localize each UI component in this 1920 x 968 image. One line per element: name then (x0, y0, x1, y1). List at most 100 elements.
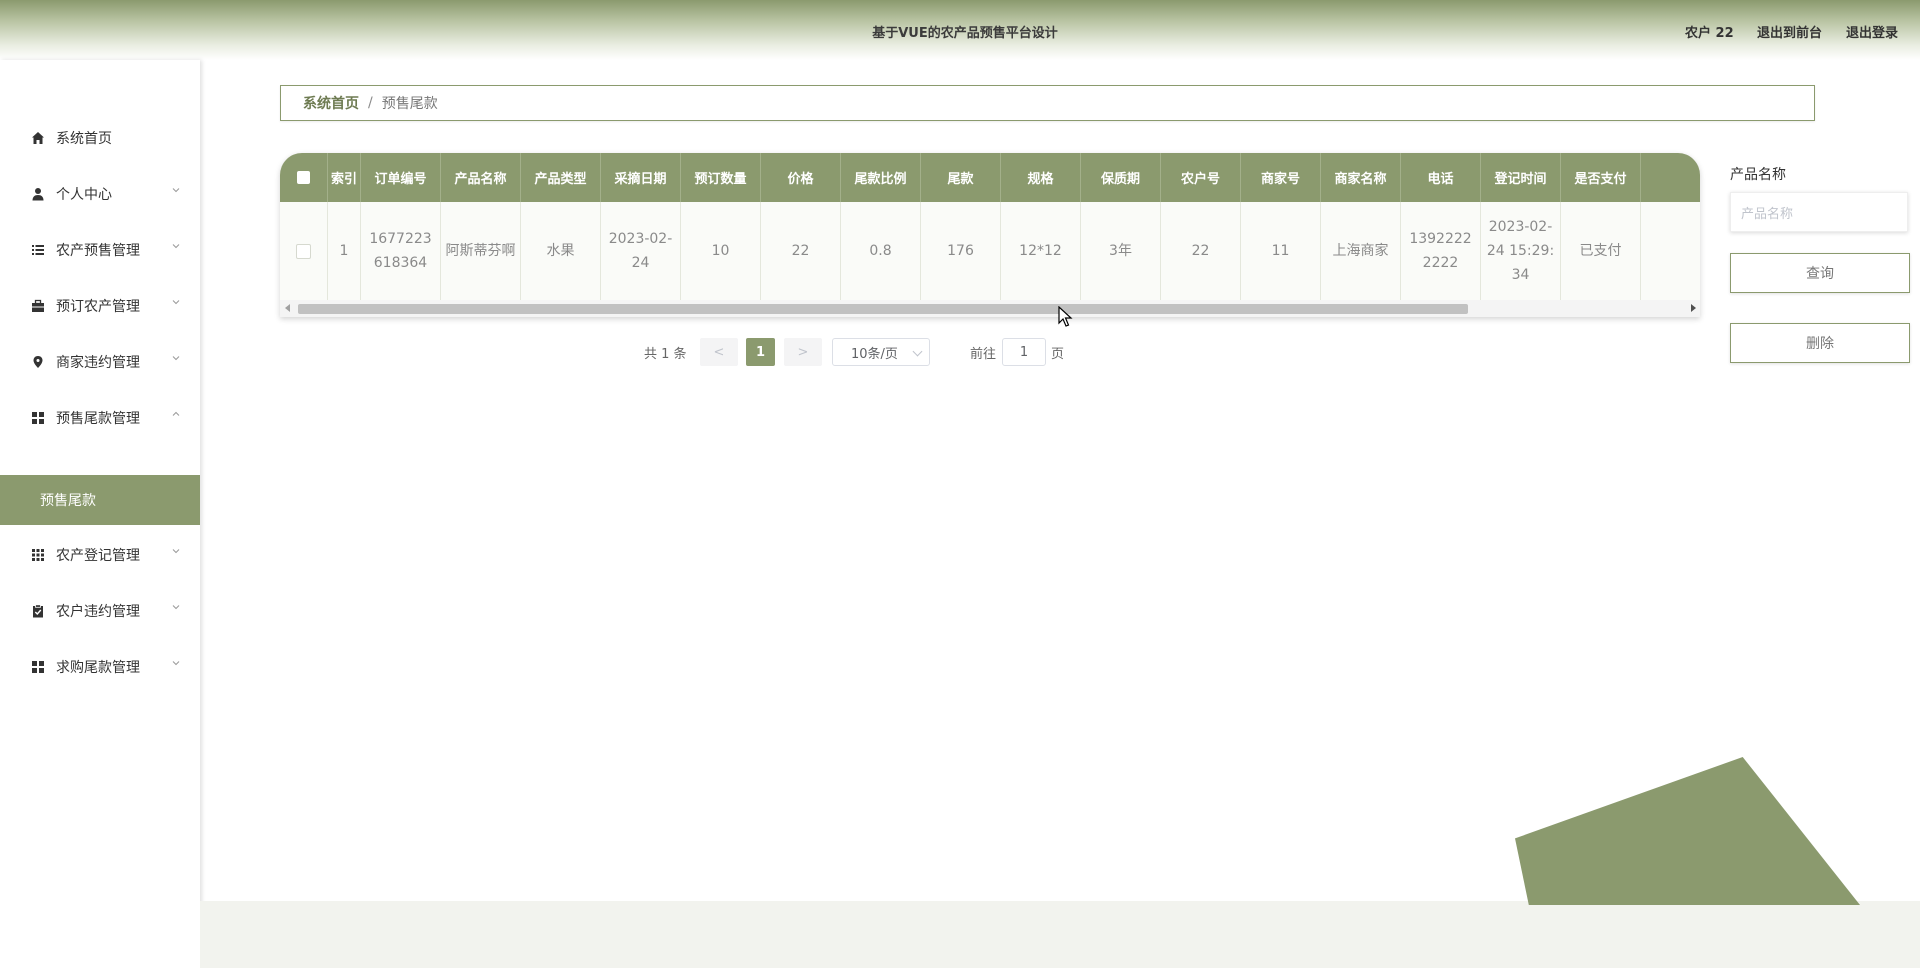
page-size-value: 10条/页 (851, 346, 898, 362)
sidebar: 系统首页 个人中心 农产预售管理 预订农产管理 商家违约管理 预售尾款管理 预售… (0, 60, 200, 968)
product-name-search-input[interactable]: 产品名称 (1730, 192, 1908, 232)
chevron-down-icon (172, 356, 180, 361)
column-header[interactable]: 索引 (328, 153, 361, 202)
chevron-down-icon (912, 346, 923, 357)
user-icon (30, 186, 46, 202)
sidebar-item-home[interactable]: 系统首页 (0, 110, 200, 166)
chevron-up-icon (172, 411, 180, 416)
table-cell: 3年 (1081, 202, 1161, 300)
sidebar-subitem-presale-balance[interactable]: 预售尾款 (0, 475, 200, 525)
sidebar-item-label: 商家违约管理 (56, 355, 140, 371)
chevron-down-icon (172, 549, 180, 554)
column-header[interactable]: 电话 (1401, 153, 1481, 202)
sidebar-item-label: 求购尾款管理 (56, 660, 140, 676)
next-page-button[interactable]: > (784, 338, 822, 366)
scrollbar-thumb[interactable] (298, 304, 1468, 314)
breadcrumb-home-link[interactable]: 系统首页 (303, 93, 359, 113)
table-header: 索引 订单编号 产品名称 产品类型 采摘日期 预订数量 价格 尾款比例 尾款 规… (280, 153, 1700, 202)
pagination-total: 共 1 条 (644, 346, 687, 362)
column-header[interactable]: 尾款 (921, 153, 1001, 202)
row-checkbox[interactable] (280, 202, 328, 300)
product-name-label: 产品名称 (1730, 167, 1786, 183)
table-row[interactable]: 1 1677223618364 阿斯蒂芬啊 水果 2023-02-24 10 2… (280, 202, 1700, 300)
page-size-select[interactable]: 10条/页 (832, 338, 930, 366)
table-cell: 10 (681, 202, 761, 300)
footer-band (200, 901, 1920, 968)
delete-button[interactable]: 删除 (1730, 323, 1910, 363)
home-icon (30, 130, 46, 146)
chevron-down-icon (172, 661, 180, 666)
table-cell: 22 (761, 202, 841, 300)
breadcrumb: 系统首页 / 预售尾款 (280, 85, 1815, 121)
back-to-front-link[interactable]: 退出到前台 (1757, 22, 1822, 41)
mouse-cursor-icon (1058, 306, 1073, 327)
goto-page-input[interactable]: 1 (1002, 338, 1046, 366)
table-cell: 11 (1241, 202, 1321, 300)
top-header: 基于VUE的农产品预售平台设计 农户 22 退出到前台 退出登录 (0, 0, 1920, 60)
clipboard-check-icon (30, 603, 46, 619)
sidebar-item-label: 个人中心 (56, 187, 112, 203)
table-cell: 22 (1161, 202, 1241, 300)
column-header[interactable]: 产品类型 (521, 153, 601, 202)
select-all-checkbox[interactable] (280, 153, 328, 202)
grid-icon (30, 659, 46, 675)
table-cell: 上海商家 (1321, 202, 1401, 300)
scroll-left-arrow-icon[interactable] (285, 304, 290, 312)
table-cell: 13922222222 (1401, 202, 1481, 300)
sidebar-item-presale-balance[interactable]: 预售尾款管理 (0, 390, 200, 446)
column-header[interactable]: 商家名称 (1321, 153, 1401, 202)
sidebar-item-personal-center[interactable]: 个人中心 (0, 166, 200, 222)
column-header[interactable]: 预订数量 (681, 153, 761, 202)
grid-icon (30, 410, 46, 426)
sidebar-item-farmer-default[interactable]: 农户违约管理 (0, 583, 200, 639)
column-header[interactable]: 保质期 (1081, 153, 1161, 202)
column-header[interactable]: 订单编号 (361, 153, 441, 202)
sidebar-item-label: 农户违约管理 (56, 604, 140, 620)
briefcase-icon (30, 298, 46, 314)
table-cell: 水果 (521, 202, 601, 300)
table-cell: 1 (328, 202, 361, 300)
column-header[interactable]: 是否支付 (1561, 153, 1641, 202)
data-table: 索引 订单编号 产品名称 产品类型 采摘日期 预订数量 价格 尾款比例 尾款 规… (280, 153, 1700, 317)
column-header[interactable]: 产品名称 (441, 153, 521, 202)
chevron-down-icon (172, 244, 180, 249)
column-header[interactable]: 登记时间 (1481, 153, 1561, 202)
scroll-right-arrow-icon[interactable] (1691, 304, 1696, 312)
chevron-down-icon (172, 188, 180, 193)
horizontal-scrollbar[interactable] (280, 300, 1700, 317)
sidebar-item-label: 预订农产管理 (56, 299, 140, 315)
location-pin-icon (30, 354, 46, 370)
list-icon (30, 242, 46, 258)
table-cell: 12*12 (1001, 202, 1081, 300)
column-header[interactable]: 采摘日期 (601, 153, 681, 202)
column-header[interactable]: 农户号 (1161, 153, 1241, 202)
sidebar-item-label: 农产预售管理 (56, 243, 140, 259)
sidebar-item-reservation[interactable]: 预订农产管理 (0, 278, 200, 334)
current-user: 农户 22 (1685, 26, 1734, 41)
table-cell: 2023-02-24 (601, 202, 681, 300)
table-cell: 0.8 (841, 202, 921, 300)
table-cell: 176 (921, 202, 1001, 300)
sidebar-item-purchase-balance[interactable]: 求购尾款管理 (0, 639, 200, 695)
decorative-shape (1515, 757, 1860, 905)
column-header[interactable]: 规格 (1001, 153, 1081, 202)
query-button[interactable]: 查询 (1730, 253, 1910, 293)
table-cell: 1677223618364 (361, 202, 441, 300)
chevron-down-icon (172, 300, 180, 305)
prev-page-button[interactable]: < (700, 338, 738, 366)
breadcrumb-separator: / (368, 95, 373, 111)
sidebar-item-presale[interactable]: 农产预售管理 (0, 222, 200, 278)
apps-icon (30, 547, 46, 563)
column-header[interactable]: 尾款比例 (841, 153, 921, 202)
column-header[interactable]: 商家号 (1241, 153, 1321, 202)
chevron-down-icon (172, 605, 180, 610)
breadcrumb-current: 预售尾款 (381, 96, 438, 112)
logout-link[interactable]: 退出登录 (1846, 22, 1898, 41)
page-number-current[interactable]: 1 (746, 338, 775, 366)
sidebar-item-label: 预售尾款管理 (56, 411, 140, 427)
sidebar-item-registration[interactable]: 农产登记管理 (0, 527, 200, 583)
sidebar-item-merchant-default[interactable]: 商家违约管理 (0, 334, 200, 390)
table-cell: 阿斯蒂芬啊 (441, 202, 521, 300)
app-title: 基于VUE的农产品预售平台设计 (872, 26, 1058, 41)
column-header[interactable]: 价格 (761, 153, 841, 202)
